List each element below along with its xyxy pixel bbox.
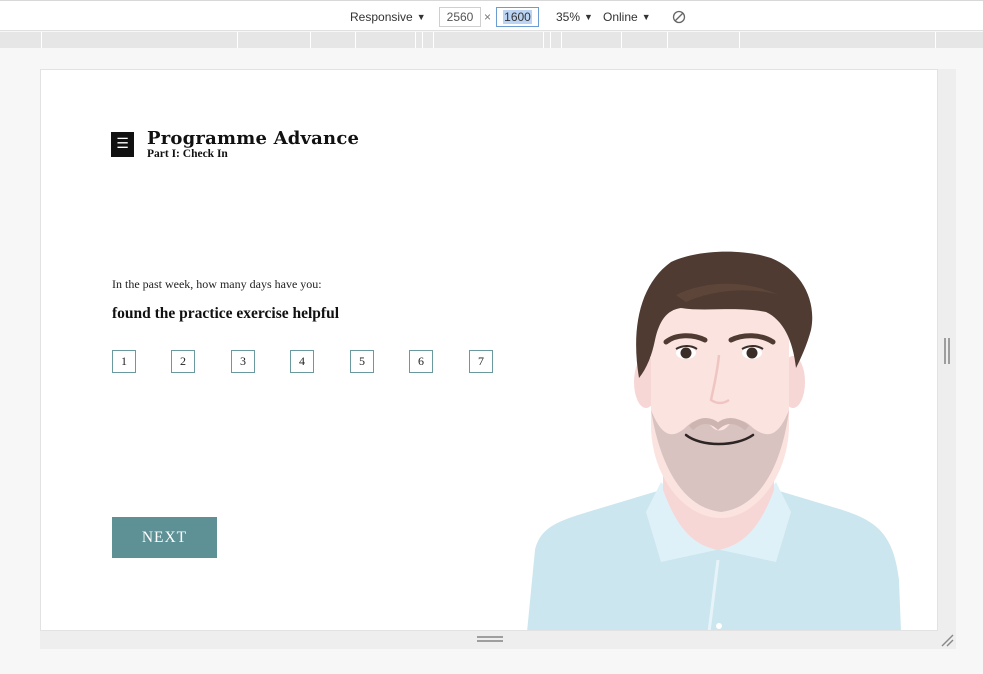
option-7[interactable]: 7: [469, 350, 493, 373]
chevron-down-icon: ▼: [641, 12, 651, 22]
rotate-icon[interactable]: [672, 10, 686, 24]
option-3[interactable]: 3: [231, 350, 255, 373]
devtools-device-toolbar: Responsive ▼ 2560 × 1600 35% ▼ Online ▼: [0, 0, 983, 31]
option-2[interactable]: 2: [171, 350, 195, 373]
height-input[interactable]: 1600: [496, 7, 539, 27]
media-query-ruler[interactable]: [0, 32, 983, 48]
dimension-separator: ×: [484, 10, 492, 24]
vertical-resize-handle[interactable]: [944, 338, 950, 364]
option-1[interactable]: 1: [112, 350, 136, 373]
question-prompt: In the past week, how many days have you…: [112, 277, 322, 291]
device-select[interactable]: Responsive ▼: [350, 9, 426, 25]
chevron-down-icon: ▼: [416, 12, 426, 22]
app-subtitle: Part I: Check In: [147, 148, 228, 160]
next-button[interactable]: NEXT: [112, 517, 217, 558]
avatar-illustration: [527, 251, 901, 630]
app-title: Programme Advance: [147, 128, 360, 149]
option-4[interactable]: 4: [290, 350, 314, 373]
throttle-select[interactable]: Online ▼: [603, 9, 651, 25]
throttle-label: Online: [603, 10, 638, 24]
device-select-label: Responsive: [350, 10, 413, 24]
width-value: 2560: [446, 10, 474, 24]
option-6[interactable]: 6: [409, 350, 433, 373]
horizontal-resize-handle[interactable]: [477, 636, 503, 642]
height-value: 1600: [503, 10, 532, 24]
option-5[interactable]: 5: [350, 350, 374, 373]
question-text: found the practice exercise helpful: [112, 305, 340, 322]
zoom-label: 35%: [556, 10, 581, 24]
width-input[interactable]: 2560: [439, 7, 481, 27]
corner-resize-handle[interactable]: [940, 633, 954, 647]
chevron-down-icon: ▼: [584, 12, 593, 22]
emulated-viewport: ☰ Programme Advance Part I: Check In In …: [40, 69, 938, 631]
menu-button[interactable]: ☰: [111, 132, 134, 157]
zoom-select[interactable]: 35% ▼: [556, 9, 593, 25]
